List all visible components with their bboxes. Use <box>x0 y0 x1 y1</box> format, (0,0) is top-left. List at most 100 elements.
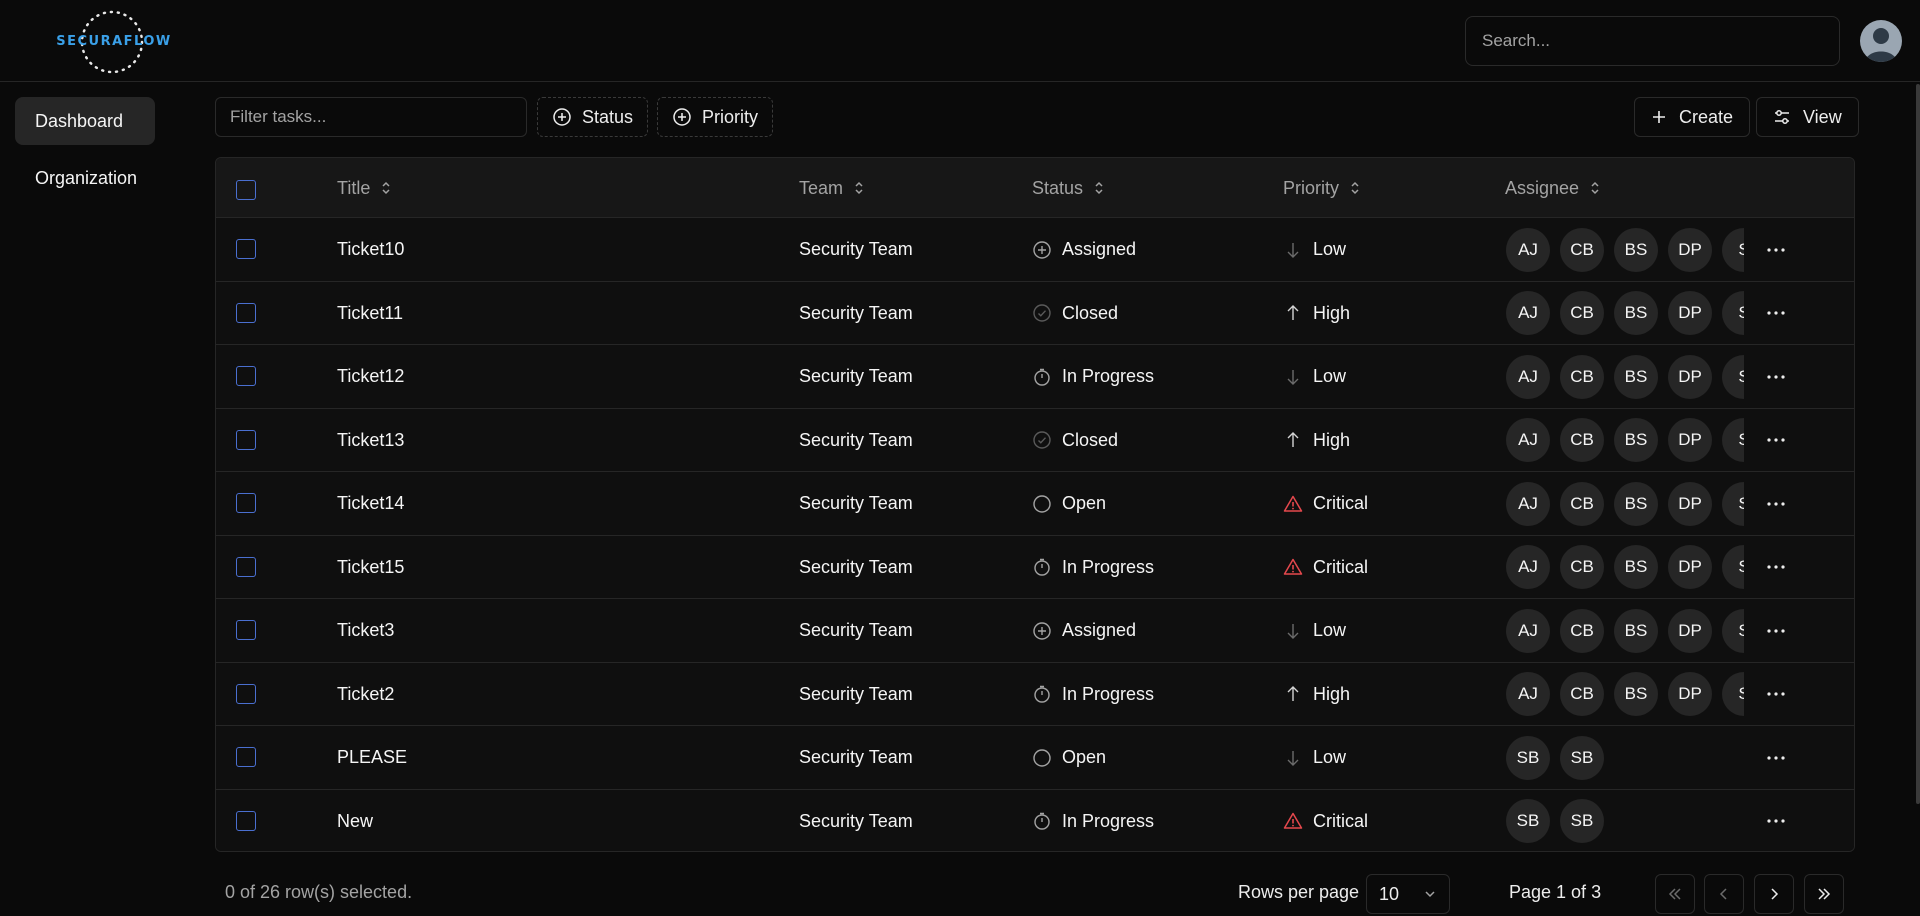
assignee-avatar[interactable]: S <box>1722 291 1744 335</box>
assignee-avatar[interactable]: AJ <box>1506 227 1550 272</box>
row-actions-button[interactable] <box>1761 345 1791 408</box>
assignee-avatar[interactable]: CB <box>1560 545 1604 589</box>
assignee-avatar[interactable]: S <box>1722 545 1744 589</box>
row-checkbox[interactable] <box>236 429 256 450</box>
row-status: Open <box>1032 726 1106 789</box>
row-status: Open <box>1032 472 1106 535</box>
row-actions-button[interactable] <box>1761 472 1791 535</box>
row-priority: Critical <box>1283 536 1368 599</box>
assignee-avatar[interactable]: BS <box>1614 291 1658 335</box>
row-checkbox[interactable] <box>236 493 256 513</box>
assignee-avatar[interactable]: SB <box>1560 799 1604 843</box>
row-checkbox[interactable] <box>236 302 256 323</box>
assignee-avatar[interactable]: DP <box>1668 418 1712 462</box>
assignee-avatar[interactable]: AJ <box>1506 481 1550 526</box>
first-page-button[interactable] <box>1655 874 1695 914</box>
row-assignees: AJCBBSDPS <box>1506 345 1744 408</box>
row-title: Ticket10 <box>337 239 405 259</box>
assignee-avatar[interactable]: S <box>1722 227 1744 272</box>
row-status: In Progress <box>1032 663 1154 726</box>
row-checkbox[interactable] <box>236 810 256 831</box>
row-actions-button[interactable] <box>1761 218 1791 281</box>
view-button[interactable]: View <box>1756 97 1859 137</box>
user-avatar[interactable] <box>1860 20 1902 62</box>
assignee-avatar[interactable]: BS <box>1614 481 1658 526</box>
row-actions-button[interactable] <box>1761 726 1791 789</box>
assignee-avatar[interactable]: CB <box>1560 608 1604 653</box>
assignee-avatar[interactable]: DP <box>1668 354 1712 399</box>
assignee-avatar[interactable]: AJ <box>1506 354 1550 399</box>
next-page-button[interactable] <box>1754 874 1794 914</box>
filter-tasks-input[interactable] <box>215 97 527 137</box>
row-actions-button[interactable] <box>1761 599 1791 662</box>
table-row: New Security Team In Progress Critical S… <box>216 789 1854 852</box>
sliders-icon <box>1775 110 1789 124</box>
assignee-avatar[interactable]: CB <box>1560 291 1604 335</box>
view-label: View <box>1803 106 1842 127</box>
row-checkbox[interactable] <box>236 747 256 767</box>
assignee-avatar[interactable]: CB <box>1560 672 1604 716</box>
priority-filter-button[interactable]: Priority <box>657 97 774 137</box>
assignee-avatar[interactable]: BS <box>1614 418 1658 462</box>
assignee-avatar[interactable]: S <box>1722 481 1744 526</box>
row-actions-button[interactable] <box>1761 790 1791 852</box>
more-horizontal-icon <box>1767 565 1785 569</box>
assignee-avatar[interactable]: SB <box>1560 735 1604 780</box>
column-header-title[interactable]: Title <box>337 158 392 218</box>
assignee-avatar[interactable]: AJ <box>1506 418 1550 462</box>
table-header: Title Team Status Priority Assignee <box>216 158 1854 218</box>
row-actions-button[interactable] <box>1761 409 1791 472</box>
assignee-avatar[interactable]: SB <box>1506 799 1550 843</box>
assignee-avatar[interactable]: CB <box>1560 227 1604 272</box>
column-header-team[interactable]: Team <box>799 158 865 218</box>
column-header-status[interactable]: Status <box>1032 158 1105 218</box>
assignee-avatar[interactable]: CB <box>1560 481 1604 526</box>
assignee-avatar[interactable]: DP <box>1668 291 1712 335</box>
sidebar-item-organization[interactable]: Organization <box>15 154 155 202</box>
assignee-avatar[interactable]: AJ <box>1506 608 1550 653</box>
row-checkbox[interactable] <box>236 556 256 577</box>
assignee-avatar[interactable]: DP <box>1668 481 1712 526</box>
previous-page-button[interactable] <box>1704 874 1744 914</box>
assignee-avatar[interactable]: S <box>1722 354 1744 399</box>
create-button[interactable]: Create <box>1634 97 1751 137</box>
assignee-avatar[interactable]: BS <box>1614 672 1658 716</box>
search-input[interactable] <box>1465 16 1840 66</box>
rows-per-page-select[interactable]: 10 <box>1366 874 1450 914</box>
assignee-avatar[interactable]: AJ <box>1506 545 1550 589</box>
assignee-avatar[interactable]: DP <box>1668 672 1712 716</box>
assignee-avatar[interactable]: BS <box>1614 354 1658 399</box>
column-header-priority[interactable]: Priority <box>1283 158 1361 218</box>
assignee-avatar[interactable]: DP <box>1668 227 1712 272</box>
status-filter-label: Status <box>582 106 634 127</box>
assignee-avatar[interactable]: S <box>1722 608 1744 653</box>
assignee-avatar[interactable]: BS <box>1614 608 1658 653</box>
status-filter-button[interactable]: Status <box>537 97 649 137</box>
assignee-avatar[interactable]: BS <box>1614 545 1658 589</box>
page-scrollbar[interactable] <box>1916 84 1920 804</box>
assignee-avatar[interactable]: S <box>1722 418 1744 462</box>
assignee-avatar[interactable]: S <box>1722 672 1744 716</box>
row-title: Ticket15 <box>337 556 405 577</box>
row-checkbox[interactable] <box>236 620 256 640</box>
sidebar-item-dashboard[interactable]: Dashboard <box>15 97 155 145</box>
row-actions-button[interactable] <box>1761 282 1791 345</box>
securaflow-logo[interactable]: SECURAFLOW <box>52 8 172 76</box>
assignee-avatar[interactable]: AJ <box>1506 672 1550 716</box>
select-all-checkbox[interactable] <box>236 180 256 200</box>
assignee-avatar[interactable]: DP <box>1668 608 1712 653</box>
assignee-avatar[interactable]: DP <box>1668 545 1712 589</box>
column-header-assignee[interactable]: Assignee <box>1505 158 1601 218</box>
row-checkbox[interactable] <box>236 239 256 259</box>
assignee-avatar[interactable]: CB <box>1560 418 1604 462</box>
row-checkbox[interactable] <box>236 683 256 704</box>
row-team: Security Team <box>799 493 913 513</box>
assignee-avatar[interactable]: CB <box>1560 354 1604 399</box>
assignee-avatar[interactable]: AJ <box>1506 291 1550 335</box>
assignee-avatar[interactable]: BS <box>1614 227 1658 272</box>
row-actions-button[interactable] <box>1761 663 1791 726</box>
assignee-avatar[interactable]: SB <box>1506 735 1550 780</box>
row-actions-button[interactable] <box>1761 536 1791 599</box>
row-checkbox[interactable] <box>236 366 256 386</box>
last-page-button[interactable] <box>1804 874 1844 914</box>
